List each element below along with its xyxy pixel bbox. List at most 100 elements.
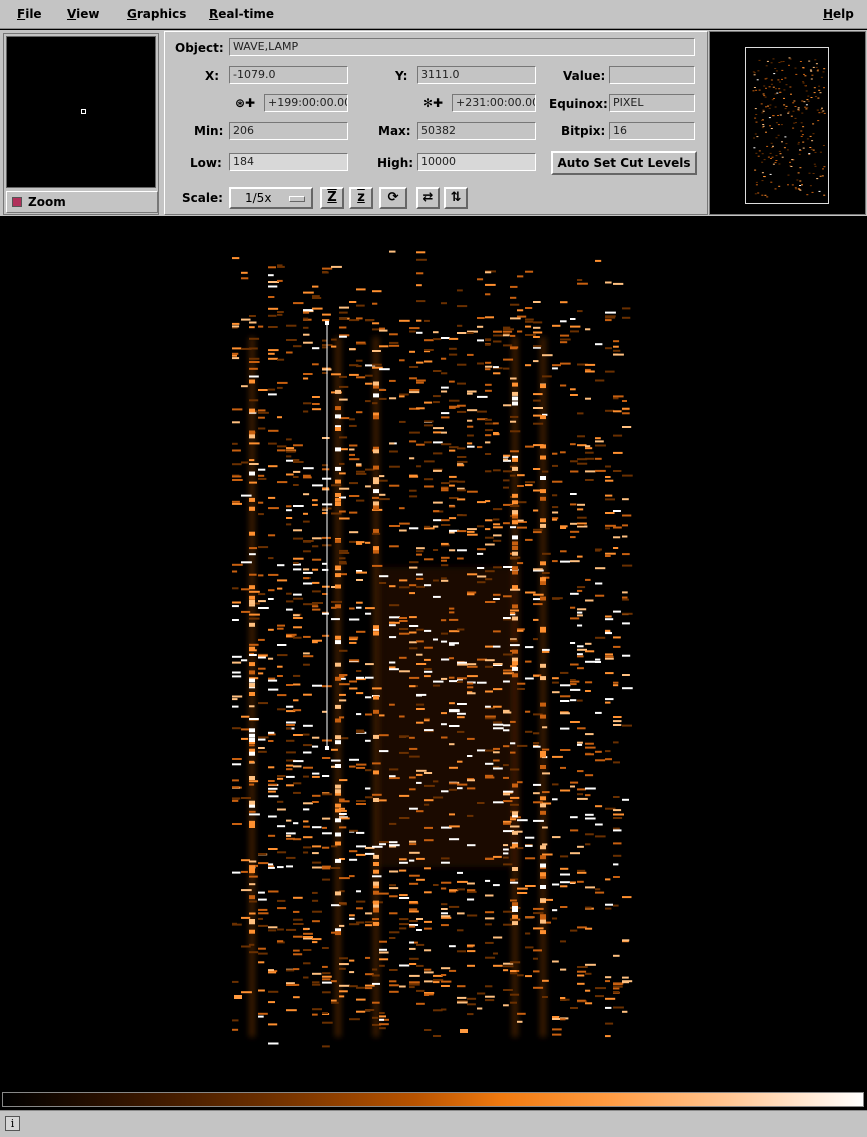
bright-line — [373, 881, 379, 886]
emission-line — [286, 1009, 297, 1012]
min-field[interactable]: 206 — [229, 122, 348, 140]
emission-line — [372, 918, 379, 921]
bright-line — [373, 921, 379, 926]
zoom-toggle-button[interactable]: Zoom — [6, 191, 158, 213]
emission-line — [525, 646, 534, 649]
dec-field[interactable]: +231:00:00.00 — [452, 94, 536, 112]
low-cut-input[interactable]: 184 — [229, 153, 348, 171]
ra-field[interactable]: +199:00:00.00 — [264, 94, 348, 112]
emission-line — [560, 997, 566, 999]
emission-line — [277, 279, 283, 282]
emission-line — [467, 425, 474, 428]
rotate-button[interactable]: ⟳ — [379, 187, 407, 209]
emission-line — [331, 618, 340, 621]
flip-x-button[interactable]: ⇄ — [416, 187, 440, 209]
emission-line — [560, 451, 566, 454]
emission-line — [457, 950, 466, 953]
menu-help[interactable]: Help — [823, 7, 854, 21]
emission-line — [585, 457, 595, 460]
emission-line — [389, 465, 400, 468]
x-field[interactable]: -1079.0 — [229, 66, 348, 84]
emission-line — [525, 270, 534, 273]
emission-line — [605, 657, 614, 660]
emission-line — [232, 570, 238, 573]
emission-line — [356, 845, 366, 848]
emission-line — [441, 790, 449, 793]
bright-line — [249, 920, 255, 925]
emission-line — [249, 617, 260, 620]
emission-line — [477, 749, 486, 752]
object-field[interactable]: WAVE,LAMP — [229, 38, 695, 56]
menu-real-time[interactable]: Real-time — [209, 7, 274, 21]
emission-line — [605, 512, 615, 514]
emission-line — [268, 557, 274, 560]
emission-line — [331, 373, 341, 376]
emission-line — [525, 481, 535, 484]
colorbar[interactable] — [2, 1092, 864, 1107]
menu-file[interactable]: File — [17, 7, 42, 21]
emission-line — [503, 729, 510, 732]
emission-line — [467, 950, 476, 953]
flip-y-button[interactable]: ⇅ — [444, 187, 468, 209]
image-canvas[interactable] — [0, 217, 867, 1090]
emission-line — [389, 484, 400, 487]
emission-line — [258, 961, 265, 964]
emission-line — [493, 598, 500, 600]
emission-line — [433, 431, 442, 434]
emission-line — [322, 1012, 328, 1015]
emission-line — [552, 883, 560, 886]
emission-line — [322, 846, 330, 849]
emission-line — [585, 451, 594, 454]
emission-line — [622, 564, 633, 567]
pan-viewport-frame[interactable] — [745, 47, 829, 204]
high-cut-input[interactable]: 10000 — [417, 153, 536, 171]
emission-line — [467, 686, 474, 689]
emission-line — [232, 758, 242, 760]
zoom-out-button[interactable]: z — [349, 187, 373, 209]
info-icon[interactable]: i — [5, 1116, 20, 1131]
emission-line — [399, 656, 407, 659]
zoom-view[interactable] — [6, 36, 156, 188]
emission-line — [349, 373, 359, 376]
emission-line — [409, 882, 419, 885]
emission-line — [449, 657, 454, 660]
emission-line — [424, 319, 430, 322]
pan-panel[interactable] — [709, 31, 866, 215]
bright-line — [249, 683, 255, 688]
emission-line — [268, 866, 275, 869]
emission-line — [409, 584, 417, 587]
zoom-checkbox[interactable] — [12, 197, 22, 207]
bright-line — [249, 895, 255, 900]
emission-line — [510, 556, 521, 559]
emission-line — [525, 538, 533, 541]
emission-line — [293, 302, 304, 305]
emission-line — [510, 420, 517, 423]
menu-graphics[interactable]: Graphics — [127, 7, 186, 21]
emission-line — [303, 341, 313, 344]
emission-line — [595, 567, 606, 570]
value-field[interactable] — [609, 66, 695, 84]
emission-line — [349, 448, 355, 451]
emission-line — [485, 500, 491, 503]
emission-line — [416, 258, 427, 261]
emission-line — [258, 736, 269, 739]
emission-line — [322, 319, 330, 322]
scale-select[interactable]: 1/5x — [229, 187, 313, 209]
emission-line — [249, 643, 259, 646]
y-field[interactable]: 3111.0 — [417, 66, 536, 84]
zoom-in-button[interactable]: Z — [320, 187, 344, 209]
equinox-field[interactable]: PIXEL — [609, 94, 695, 112]
auto-set-cut-levels-button[interactable]: Auto Set Cut Levels — [551, 151, 697, 175]
bright-line — [335, 479, 341, 484]
menu-view[interactable]: View — [67, 7, 99, 21]
emission-line — [268, 496, 276, 499]
max-field[interactable]: 50382 — [417, 122, 536, 140]
emission-line — [293, 345, 302, 348]
emission-line — [533, 336, 540, 338]
flip-y-icon: ⇅ — [450, 190, 462, 205]
zoom-out-icon: z — [357, 190, 365, 205]
bitpix-field[interactable]: 16 — [609, 122, 695, 140]
emission-line — [232, 698, 238, 701]
emission-line — [409, 974, 420, 977]
emission-line — [356, 606, 362, 609]
